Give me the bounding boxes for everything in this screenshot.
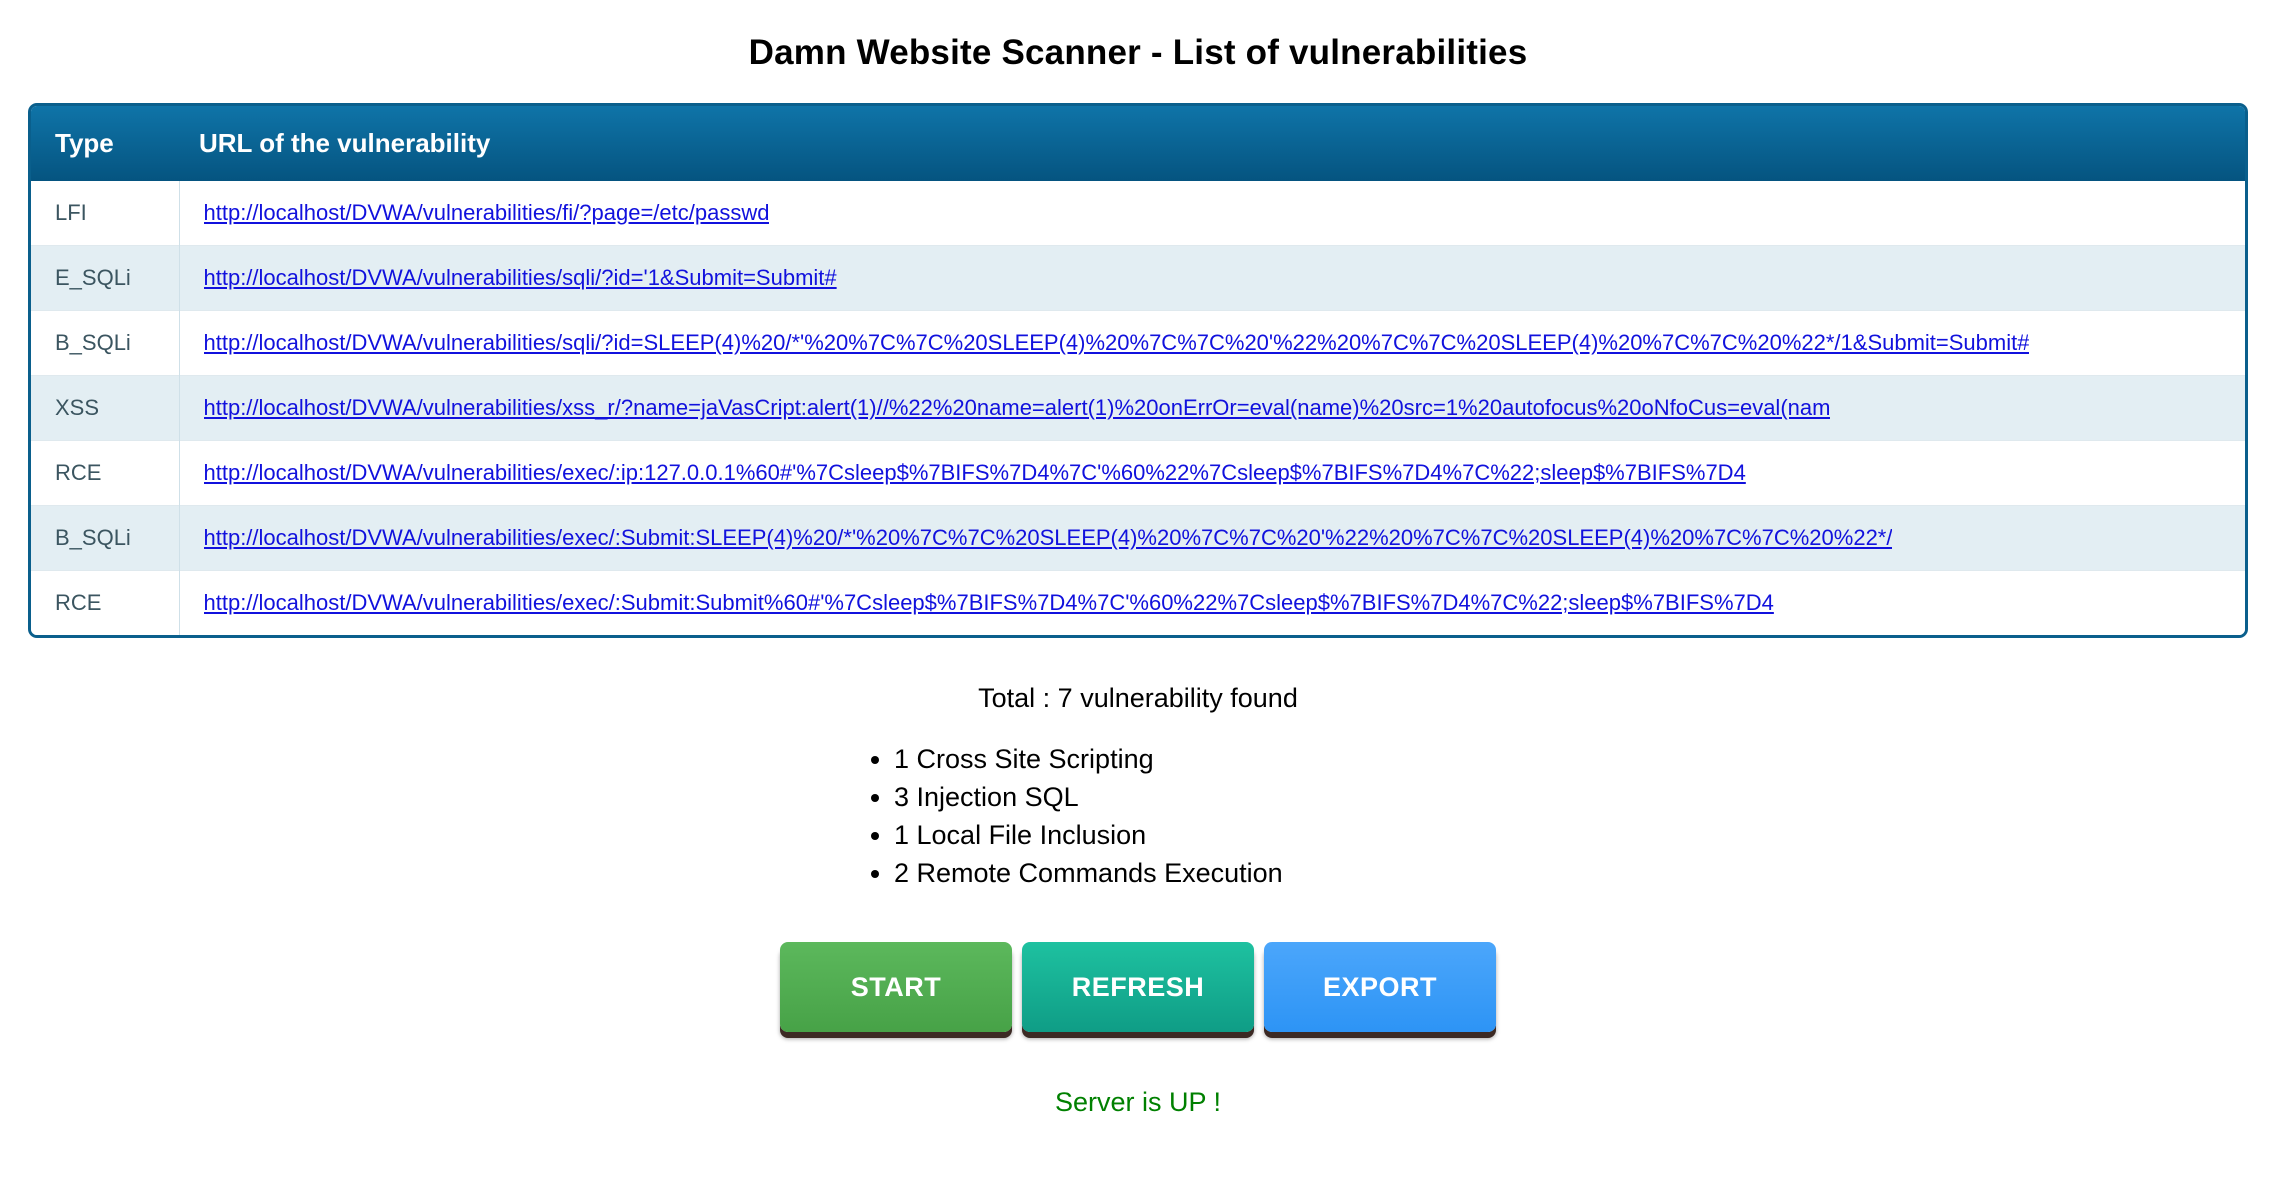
vulnerability-link[interactable]: http://localhost/DVWA/vulnerabilities/ex… bbox=[204, 525, 1893, 551]
table-row: RCE http://localhost/DVWA/vulnerabilitie… bbox=[31, 440, 2245, 506]
column-header-type: Type bbox=[31, 106, 179, 181]
server-status-text: Server is UP ! bbox=[1054, 1087, 1222, 1117]
total-vulnerabilities-text: Total : 7 vulnerability found bbox=[978, 683, 1298, 713]
table-row: XSS http://localhost/DVWA/vulnerabilitie… bbox=[31, 375, 2245, 441]
cell-type: B_SQLi bbox=[31, 505, 180, 571]
table-body: LFI http://localhost/DVWA/vulnerabilitie… bbox=[31, 181, 2245, 635]
cell-type: LFI bbox=[31, 181, 180, 246]
list-item: 3 Injection SQL bbox=[894, 778, 1418, 816]
vulnerability-link[interactable]: http://localhost/DVWA/vulnerabilities/ex… bbox=[204, 590, 1774, 616]
cell-url: http://localhost/DVWA/vulnerabilities/sq… bbox=[179, 245, 2245, 311]
table-row: LFI http://localhost/DVWA/vulnerabilitie… bbox=[31, 181, 2245, 246]
table-row: B_SQLi http://localhost/DVWA/vulnerabili… bbox=[31, 505, 2245, 571]
table-header-row: Type URL of the vulnerability bbox=[31, 106, 2245, 181]
cell-url: http://localhost/DVWA/vulnerabilities/ex… bbox=[179, 440, 2245, 506]
vulnerability-link[interactable]: http://localhost/DVWA/vulnerabilities/xs… bbox=[204, 395, 1831, 421]
scanner-page: Damn Website Scanner - List of vulnerabi… bbox=[0, 0, 2276, 1180]
vulnerability-table: Type URL of the vulnerability LFI http:/… bbox=[31, 106, 2245, 635]
refresh-button[interactable]: REFRESH bbox=[1022, 942, 1254, 1032]
table-row: B_SQLi http://localhost/DVWA/vulnerabili… bbox=[31, 310, 2245, 376]
action-button-row: START REFRESH EXPORT bbox=[0, 942, 2276, 1032]
list-item: 2 Remote Commands Execution bbox=[894, 854, 1418, 892]
vulnerability-link[interactable]: http://localhost/DVWA/vulnerabilities/sq… bbox=[204, 265, 837, 291]
list-item: 1 Cross Site Scripting bbox=[894, 740, 1418, 778]
cell-type: XSS bbox=[31, 375, 180, 441]
cell-url: http://localhost/DVWA/vulnerabilities/ex… bbox=[179, 505, 2245, 571]
cell-url: http://localhost/DVWA/vulnerabilities/ex… bbox=[179, 570, 2245, 635]
cell-url: http://localhost/DVWA/vulnerabilities/xs… bbox=[179, 375, 2245, 441]
export-button[interactable]: EXPORT bbox=[1264, 942, 1496, 1032]
cell-url: http://localhost/DVWA/vulnerabilities/sq… bbox=[179, 310, 2245, 376]
cell-type: RCE bbox=[31, 570, 180, 635]
cell-url: http://localhost/DVWA/vulnerabilities/fi… bbox=[179, 181, 2245, 246]
column-header-url: URL of the vulnerability bbox=[179, 106, 2245, 181]
table-header: Type URL of the vulnerability bbox=[31, 106, 2245, 181]
vulnerability-table-container: Type URL of the vulnerability LFI http:/… bbox=[28, 103, 2248, 638]
cell-type: RCE bbox=[31, 440, 180, 506]
cell-type: E_SQLi bbox=[31, 245, 180, 311]
cell-type: B_SQLi bbox=[31, 310, 180, 376]
table-row: RCE http://localhost/DVWA/vulnerabilitie… bbox=[31, 570, 2245, 635]
page-title: Damn Website Scanner - List of vulnerabi… bbox=[748, 33, 1528, 72]
vulnerability-link[interactable]: http://localhost/DVWA/vulnerabilities/sq… bbox=[204, 330, 2030, 356]
start-button[interactable]: START bbox=[780, 942, 1012, 1032]
vulnerability-link[interactable]: http://localhost/DVWA/vulnerabilities/ex… bbox=[204, 460, 1746, 486]
vulnerability-summary-list: 1 Cross Site Scripting 3 Injection SQL 1… bbox=[858, 740, 1418, 892]
list-item: 1 Local File Inclusion bbox=[894, 816, 1418, 854]
table-row: E_SQLi http://localhost/DVWA/vulnerabili… bbox=[31, 245, 2245, 311]
vulnerability-link[interactable]: http://localhost/DVWA/vulnerabilities/fi… bbox=[204, 200, 770, 226]
